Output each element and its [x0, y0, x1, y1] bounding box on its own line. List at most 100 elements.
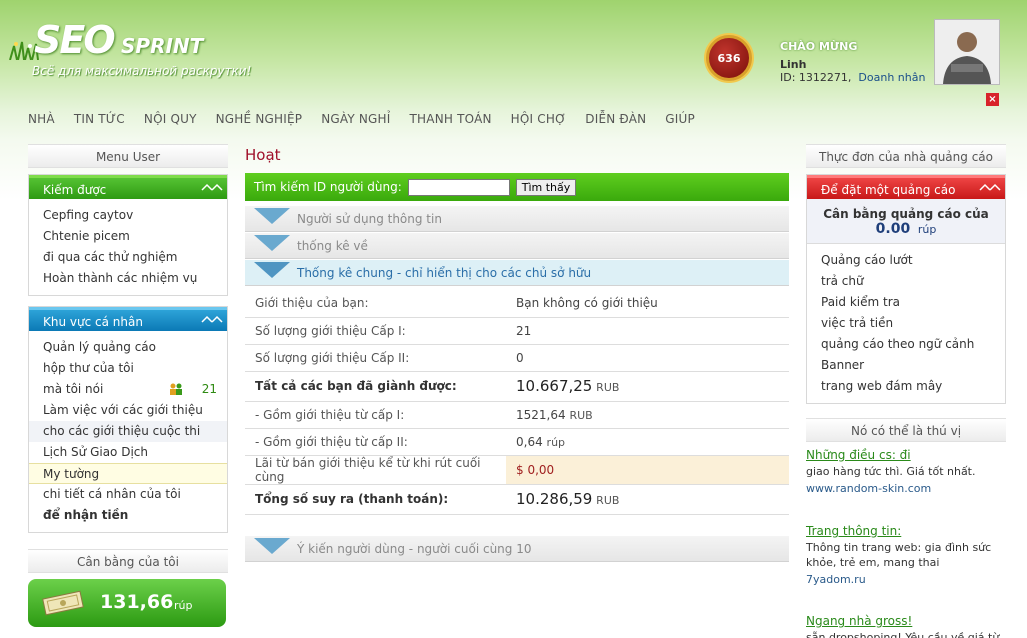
- advertiser-title: Để đặt một quảng cáo: [821, 183, 956, 197]
- sidebar-item-paid-letters[interactable]: trả chữ: [807, 271, 1005, 292]
- talk-count: 21: [201, 382, 217, 396]
- nav-payment[interactable]: THANH TOÁN: [410, 112, 492, 126]
- sidebar-item-context-ads[interactable]: quảng cáo theo ngữ cảnh: [807, 334, 1005, 355]
- user-id: ID: 1312271,: [780, 71, 852, 84]
- talk-label: mà tôi nói: [43, 382, 104, 396]
- nav-forum[interactable]: DIỄN ĐÀN: [585, 112, 646, 126]
- ads-balance-amount: 0.00: [875, 221, 911, 237]
- earn-title: Kiếm được: [43, 183, 107, 197]
- stat-key: Tổng số suy ra (thanh toán):: [245, 484, 506, 515]
- promo-item[interactable]: Trang thông tin: Thông tin trang web: gi…: [806, 524, 1006, 586]
- greeting-title: CHÀO MỪNG: [780, 40, 858, 53]
- top-nav: NHÀ TIN TỨC NỘI QUY NGHỀ NGHIỆP NGÀY NGH…: [28, 112, 714, 126]
- avatar[interactable]: [934, 19, 1000, 85]
- nav-holidays[interactable]: NGÀY NGHỈ: [321, 112, 390, 126]
- balance-amount: 131,66: [100, 591, 174, 613]
- nav-career[interactable]: NGHỀ NGHIỆP: [216, 112, 303, 126]
- nav-news[interactable]: TIN TỨC: [74, 112, 125, 126]
- stat-key: - Gồm giới thiệu từ cấp II:: [245, 428, 506, 456]
- sidebar-item-banner[interactable]: Banner: [807, 355, 1005, 376]
- sidebar-item-surf-ads[interactable]: Quảng cáo lướt: [807, 250, 1005, 271]
- sidebar-item-paid-tasks[interactable]: việc trả tiền: [807, 313, 1005, 334]
- sidebar-item-cepfing[interactable]: Cepfing caytov: [29, 205, 227, 226]
- ads-balance-title: Cân bằng quảng cáo của: [823, 207, 989, 221]
- sidebar-item-referrals[interactable]: Làm việc với các giới thiệu: [29, 400, 227, 421]
- sidebar-item-tests[interactable]: đi qua các thử nghiệm: [29, 247, 227, 268]
- nav-home[interactable]: NHÀ: [28, 112, 55, 126]
- user-id-line: ID: 1312271, Doanh nhân: [780, 71, 925, 84]
- section-general-label: Thống kê chung - chỉ hiển thị cho các ch…: [297, 265, 592, 280]
- promo-url[interactable]: 7yadom.ru: [806, 573, 1006, 586]
- stat-key: Số lượng giới thiệu Cấp I:: [245, 317, 506, 345]
- nav-rules[interactable]: NỘI QUY: [144, 112, 197, 126]
- page-title: Hoạt: [245, 146, 281, 164]
- sidebar-item-profile[interactable]: chi tiết cá nhân của tôi: [29, 484, 227, 505]
- promo-desc: sẵn dropshoping! Yêu cầu về giá từ các: [806, 631, 1000, 638]
- site-logo[interactable]: SEO SPRINT Всё для максимальной раскрутк…: [8, 18, 268, 88]
- stat-value: 1521,64 RUB: [506, 401, 789, 429]
- close-icon[interactable]: ×: [986, 93, 999, 106]
- sidebar-item-withdraw[interactable]: để nhận tiền: [29, 505, 227, 526]
- balance-title: Cân bằng của tôi: [28, 549, 228, 573]
- section-user-info[interactable]: Người sử dụng thông tin: [245, 206, 789, 232]
- advertiser-box: Để đặt một quảng cáo Cân bằng quảng cáo …: [806, 174, 1006, 404]
- stat-key: Số lượng giới thiệu Cấp II:: [245, 344, 506, 372]
- username: Linh: [780, 58, 807, 71]
- sidebar-item-tasks[interactable]: Hoàn thành các nhiệm vụ: [29, 268, 227, 289]
- user-status-link[interactable]: Doanh nhân: [858, 71, 925, 84]
- promo-title[interactable]: Trang thông tin:: [806, 524, 1006, 538]
- promo-title[interactable]: Những điều cs: đi: [806, 448, 1006, 462]
- people-icon: [170, 383, 182, 395]
- stats-table: Giới thiệu của bạn: Bạn không có giới thi…: [245, 290, 789, 515]
- user-id-search-input[interactable]: [407, 178, 510, 196]
- section-stats[interactable]: thống kê về: [245, 233, 789, 259]
- promo-item[interactable]: Những điều cs: đi giao hàng tức thì. Giá…: [806, 448, 1006, 495]
- stat-value: 10.667,25 RUB: [506, 371, 789, 402]
- personal-box: Khu vực cá nhân Quản lý quảng cáo hộp th…: [28, 306, 228, 533]
- menu-user-title: Menu User: [28, 144, 228, 168]
- logo-tagline: Всё для максимальной раскрутки!: [32, 64, 252, 78]
- earn-box: Kiếm được Cepfing caytov Chtenie picem đ…: [28, 174, 228, 296]
- advertiser-header[interactable]: Để đặt một quảng cáo: [807, 175, 1005, 199]
- advertiser-menu-title: Thực đơn của nhà quảng cáo: [806, 144, 1006, 168]
- sidebar-item-paid-tests[interactable]: Paid kiểm tra: [807, 292, 1005, 313]
- table-row: Giới thiệu của bạn: Bạn không có giới thi…: [245, 290, 789, 318]
- chevron-up-icon[interactable]: [979, 182, 1001, 192]
- sidebar-item-mailbox[interactable]: hộp thư của tôi: [29, 358, 227, 379]
- stat-value: 0,64 rúp: [506, 428, 789, 456]
- promo-url[interactable]: www.random-skin.com: [806, 482, 1006, 495]
- table-row: Lãi từ bán giới thiệu kể từ khi rút cuối…: [245, 455, 789, 485]
- balance-currency: rúp: [174, 599, 193, 612]
- balance-widget[interactable]: 131,66 rúp: [28, 579, 226, 627]
- sidebar-item-history[interactable]: Lịch Sử Giao Dịch: [29, 442, 227, 463]
- personal-header[interactable]: Khu vực cá nhân: [29, 307, 227, 331]
- sidebar-item-wall[interactable]: My tường: [29, 463, 227, 484]
- stat-value: 21: [506, 317, 789, 345]
- nav-help[interactable]: GIÚP: [665, 112, 695, 126]
- section-general[interactable]: Thống kê chung - chỉ hiển thị cho các ch…: [245, 260, 789, 286]
- sidebar-item-read-mail[interactable]: Chtenie picem: [29, 226, 227, 247]
- promo-title[interactable]: Ngang nhà gross!: [806, 614, 1006, 628]
- sidebar-item-contest[interactable]: cho các giới thiệu cuộc thi: [29, 421, 227, 442]
- sidebar-item-talk[interactable]: mà tôi nói 21: [29, 379, 227, 400]
- table-row: - Gồm giới thiệu từ cấp II: 0,64 rúp: [245, 428, 789, 456]
- search-button[interactable]: Tìm thấy: [515, 178, 577, 196]
- logo-seo-text: SEO: [34, 18, 116, 62]
- chevron-up-icon[interactable]: [201, 314, 223, 324]
- section-reviews[interactable]: Ý kiến người dùng - người cuối cùng 10: [245, 536, 789, 562]
- table-row: - Gồm giới thiệu từ cấp I: 1521,64 RUB: [245, 401, 789, 429]
- table-row: Tất cả các bạn đã giành được: 10.667,25 R…: [245, 371, 789, 402]
- promo-item[interactable]: Ngang nhà gross! sẵn dropshoping! Yêu cầ…: [806, 614, 1006, 638]
- table-row: Số lượng giới thiệu Cấp II: 0: [245, 344, 789, 372]
- section-reviews-label: Ý kiến người dùng - người cuối cùng 10: [297, 541, 532, 556]
- chevron-up-icon[interactable]: [201, 182, 223, 192]
- nav-fair[interactable]: HỘI CHỢ: [511, 112, 567, 126]
- sidebar-item-ad-manage[interactable]: Quản lý quảng cáo: [29, 337, 227, 358]
- stat-key: - Gồm giới thiệu từ cấp I:: [245, 401, 506, 429]
- triangle-down-icon: [254, 538, 290, 554]
- earn-header[interactable]: Kiếm được: [29, 175, 227, 199]
- personal-title: Khu vực cá nhân: [43, 315, 143, 329]
- sidebar-item-cloud-site[interactable]: trang web đám mây: [807, 376, 1005, 397]
- user-greeting: CHÀO MỪNG Linh ID: 1312271, Doanh nhân: [780, 40, 930, 84]
- rank-badge[interactable]: 636: [706, 35, 752, 81]
